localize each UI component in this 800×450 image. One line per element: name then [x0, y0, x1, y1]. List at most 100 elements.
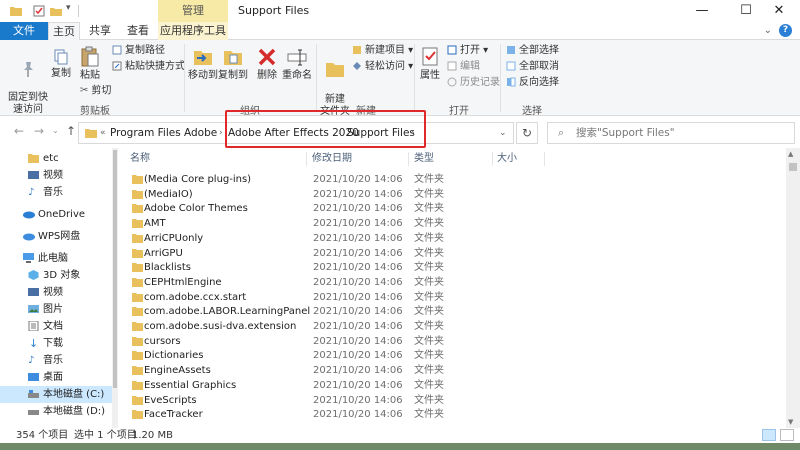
sidebar-item-etc[interactable]: etc [0, 150, 118, 167]
sidebar-item-desktop[interactable]: 桌面 [0, 369, 118, 386]
help-icon[interactable]: ? [779, 24, 792, 37]
new-folder-button[interactable]: 新建 文件夹 [320, 46, 350, 118]
search-box[interactable]: ⌕ 搜索"Support Files" [547, 122, 795, 144]
search-input[interactable]: 搜索"Support Files" [576, 123, 675, 144]
column-header-name[interactable]: 名称 [130, 150, 150, 168]
open-button[interactable]: 打开 ▾ [447, 44, 488, 57]
table-row[interactable]: cursors 2021/10/20 14:06 文件夹 [120, 334, 792, 349]
sidebar-item-drive-c[interactable]: 本地磁盘 (C:) [0, 386, 118, 403]
easy-access-button[interactable]: 轻松访问 ▾ [352, 60, 413, 73]
select-none-button[interactable]: 全部取消 [506, 60, 559, 73]
divider[interactable] [544, 152, 545, 166]
copy-label: 复制 [51, 68, 71, 79]
divider[interactable] [408, 152, 409, 166]
rename-button[interactable]: 重命名 [282, 46, 312, 82]
sidebar-item-documents[interactable]: 文档 [0, 318, 118, 335]
table-row[interactable]: (MediaIO) 2021/10/20 14:06 文件夹 [120, 187, 792, 202]
file-name: EngineAssets [144, 365, 211, 377]
table-row[interactable]: com.adobe.ccx.start 2021/10/20 14:06 文件夹 [120, 290, 792, 305]
select-all-button[interactable]: 全部选择 [506, 44, 559, 57]
select-all-label: 全部选择 [519, 45, 559, 56]
large-icons-view-icon[interactable] [780, 429, 794, 441]
move-to-button[interactable]: 移动到 [188, 46, 218, 82]
tab-view[interactable]: 查看 [120, 22, 156, 40]
chevron-down-icon[interactable]: ⌄ [764, 25, 772, 36]
chevron-right-icon[interactable]: › [219, 123, 223, 144]
table-row[interactable]: EngineAssets 2021/10/20 14:06 文件夹 [120, 363, 792, 378]
column-header-date[interactable]: 修改日期 [312, 150, 352, 168]
sidebar-scrollbar-thumb[interactable] [113, 150, 117, 388]
cut-button[interactable]: ✂ 剪切 [80, 84, 111, 98]
recent-locations-icon[interactable]: ⌄ [52, 126, 59, 135]
table-row[interactable]: com.adobe.susi-dva.extension 2021/10/20 1… [120, 319, 792, 334]
sidebar-item-this-pc[interactable]: 此电脑 [0, 250, 118, 267]
delete-label: 删除 [257, 70, 277, 81]
chevron-right-icon[interactable]: › [175, 123, 179, 144]
file-list-scrollbar[interactable] [786, 148, 800, 428]
edit-button[interactable]: 编辑 [447, 60, 480, 73]
sidebar-item-3d-objects[interactable]: 3D 对象 [0, 267, 118, 284]
table-row[interactable]: Dictionaries 2021/10/20 14:06 文件夹 [120, 348, 792, 363]
column-header-size[interactable]: 大小 [497, 150, 517, 168]
table-row[interactable]: AMT 2021/10/20 14:06 文件夹 [120, 216, 792, 231]
forward-icon[interactable]: → [34, 124, 44, 138]
history-button[interactable]: 历史记录 [447, 76, 500, 89]
divider[interactable] [492, 152, 493, 166]
properties-check-icon[interactable] [33, 5, 45, 17]
table-row[interactable]: EveScripts 2021/10/20 14:06 文件夹 [120, 393, 792, 408]
paste-label: 粘贴 [80, 70, 100, 81]
copy-path-button[interactable]: 复制路径 [112, 44, 165, 57]
sidebar-item-pictures[interactable]: 图片 [0, 301, 118, 318]
sidebar-item-onedrive[interactable]: OneDrive [0, 206, 118, 223]
sidebar-item-music-pc[interactable]: ♪ 音乐 [0, 352, 118, 369]
divider[interactable] [306, 152, 307, 166]
table-row[interactable]: Blacklists 2021/10/20 14:06 文件夹 [120, 260, 792, 275]
delete-button[interactable]: 删除 [254, 46, 280, 82]
table-row[interactable]: com.adobe.LABOR.LearningPanel 2021/10/20 … [120, 304, 792, 319]
invert-selection-button[interactable]: 反向选择 [506, 76, 559, 89]
file-type: 文件夹 [414, 291, 444, 303]
sidebar-item-videos[interactable]: 视频 [0, 167, 118, 184]
manage-context-tab[interactable]: 管理 [158, 0, 228, 22]
properties-button[interactable]: 属性 [418, 46, 442, 82]
new-folder-icon[interactable] [50, 5, 62, 17]
table-row[interactable]: FaceTracker 2021/10/20 14:06 文件夹 [120, 407, 792, 422]
breadcrumb-program-files[interactable]: Program Files [110, 123, 181, 144]
tab-share[interactable]: 共享 [82, 22, 118, 40]
copy-to-button[interactable]: 复制到 [218, 46, 248, 82]
customize-toolbar-icon[interactable]: ▾ [66, 3, 78, 15]
sidebar-item-drive-d[interactable]: 本地磁盘 (D:) [0, 403, 118, 420]
paste-button[interactable]: 粘贴 [76, 46, 104, 82]
sidebar-item-videos-pc[interactable]: 视频 [0, 284, 118, 301]
copy-button[interactable]: 复制 [48, 48, 74, 80]
column-header-type[interactable]: 类型 [414, 150, 434, 168]
tab-app-tools[interactable]: 应用程序工具 [158, 22, 228, 40]
folder-icon[interactable] [10, 5, 22, 17]
sidebar-item-wps[interactable]: WPS网盘 [0, 228, 118, 245]
table-row[interactable]: (Media Core plug-ins) 2021/10/20 14:06 文件夹 [120, 172, 792, 187]
details-view-icon[interactable] [762, 429, 776, 441]
sidebar-item-downloads[interactable]: ↓ 下载 [0, 335, 118, 352]
new-item-button[interactable]: 新建项目 ▾ [352, 44, 413, 57]
scroll-down-icon[interactable]: ▼ [788, 418, 793, 426]
paste-shortcut-button[interactable]: 粘贴快捷方式 [112, 60, 185, 73]
pin-quick-access-button[interactable]: 固定到快 速访问 [6, 48, 50, 116]
sidebar-item-music[interactable]: ♪ 音乐 [0, 184, 118, 201]
refresh-button[interactable]: ↻ [516, 122, 538, 144]
scroll-up-icon[interactable]: ▲ [788, 150, 793, 158]
minimize-button[interactable]: — [680, 0, 724, 22]
table-row[interactable]: Adobe Color Themes 2021/10/20 14:06 文件夹 [120, 201, 792, 216]
chevron-down-icon[interactable]: ⌄ [499, 123, 507, 144]
up-icon[interactable]: ↑ [66, 124, 76, 138]
table-row[interactable]: Essential Graphics 2021/10/20 14:06 文件夹 [120, 378, 792, 393]
table-row[interactable]: ArriGPU 2021/10/20 14:06 文件夹 [120, 246, 792, 261]
breadcrumb-adobe[interactable]: Adobe [184, 123, 217, 144]
overflow-icon[interactable]: « [100, 123, 106, 144]
file-list-scrollbar-thumb[interactable] [789, 163, 797, 171]
tab-home[interactable]: 主页 [48, 22, 80, 41]
tab-file[interactable]: 文件 [0, 22, 48, 40]
back-icon[interactable]: ← [14, 124, 24, 138]
table-row[interactable]: ArriCPUonly 2021/10/20 14:06 文件夹 [120, 231, 792, 246]
table-row[interactable]: CEPHtmlEngine 2021/10/20 14:06 文件夹 [120, 275, 792, 290]
close-button[interactable]: ✕ [757, 0, 800, 22]
